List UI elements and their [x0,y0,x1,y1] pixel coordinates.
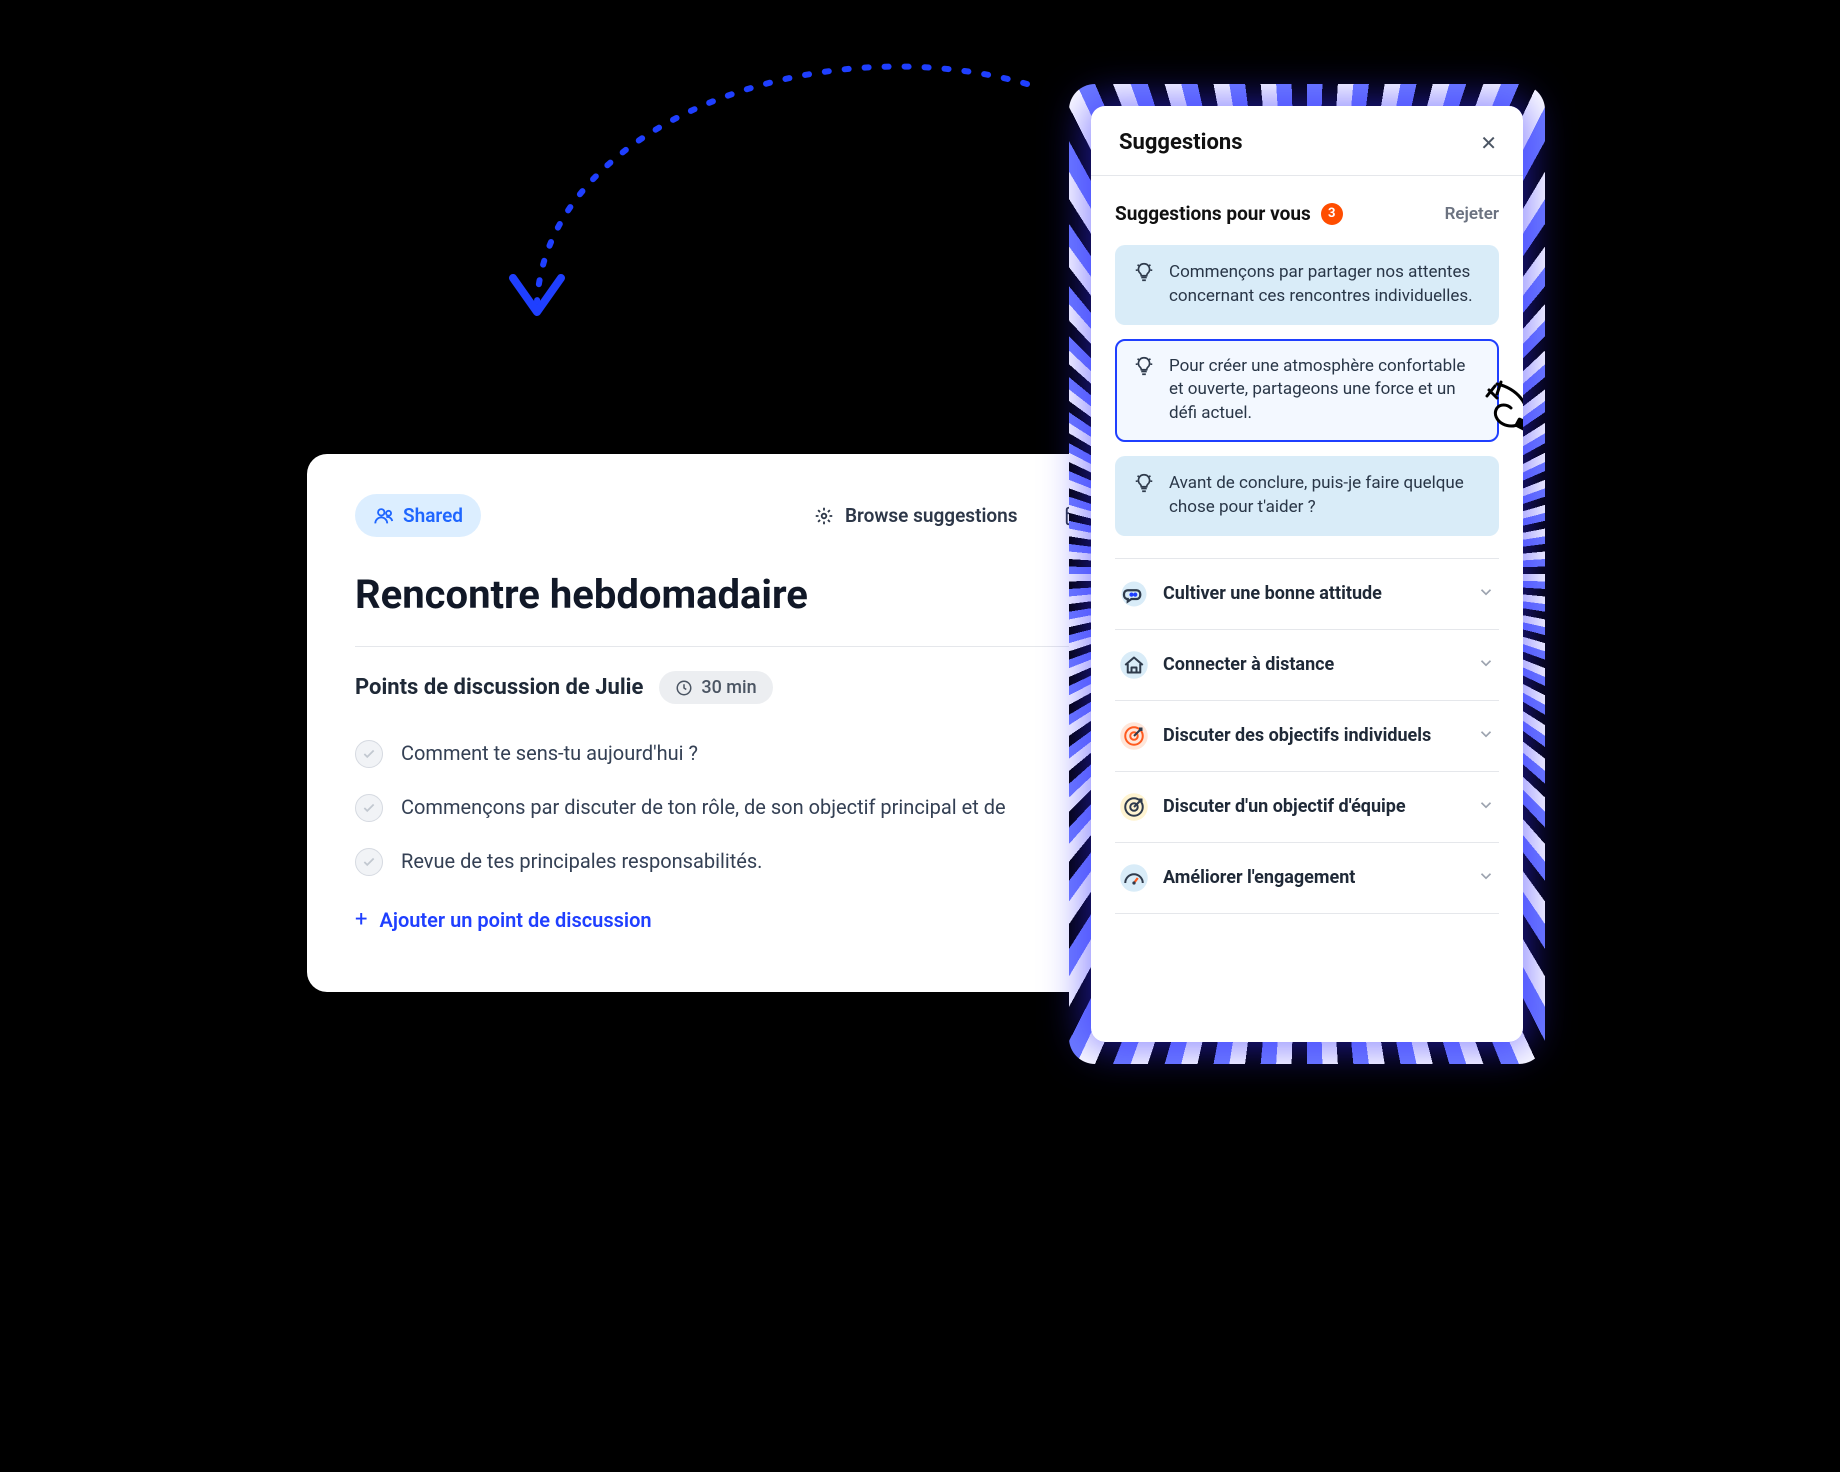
suggestion-card[interactable]: Commençons par partager nos attentes con… [1115,245,1499,325]
chat-icon [1119,579,1149,609]
check-icon[interactable] [355,848,383,876]
reject-button[interactable]: Rejeter [1445,204,1499,224]
chevron-down-icon [1477,867,1495,889]
category-label: Cultiver une bonne attitude [1163,583,1463,604]
section-title: Points de discussion de Julie [355,675,643,700]
browse-suggestions-link[interactable]: Browse suggestions [813,504,1018,527]
chevron-down-icon [1477,583,1495,605]
suggestion-text: Pour créer une atmosphère confortable et… [1169,355,1481,426]
chevron-down-icon [1477,725,1495,747]
suggestions-subtitle: Suggestions pour vous [1115,202,1311,225]
duration-pill[interactable]: 30 min [659,671,772,704]
talking-point-text: Commençons par discuter de ton rôle, de … [401,792,1006,822]
shared-pill[interactable]: Shared [355,494,481,537]
check-icon[interactable] [355,740,383,768]
check-icon[interactable] [355,794,383,822]
divider [355,646,1159,647]
talking-point[interactable]: Comment te sens-tu aujourd'hui ? [355,726,1159,780]
category-row-remote[interactable]: Connecter à distance [1115,630,1499,701]
close-button[interactable]: ✕ [1480,131,1497,155]
gauge-icon [1119,863,1149,893]
add-talking-point-button[interactable]: + Ajouter un point de discussion [355,908,652,932]
category-row-individual-goals[interactable]: Discuter des objectifs individuels [1115,701,1499,772]
suggestion-text: Commençons par partager nos attentes con… [1169,261,1481,309]
talking-point[interactable]: Commençons par discuter de ton rôle, de … [355,780,1159,834]
suggestions-count-badge: 3 [1321,203,1343,225]
lightbulb-icon [1133,355,1155,426]
category-list: Cultiver une bonne attitude Connecter à … [1115,558,1499,914]
talking-point-text: Revue de tes principales responsabilités… [401,846,762,876]
category-row-attitude[interactable]: Cultiver une bonne attitude [1115,559,1499,630]
category-row-engagement[interactable]: Améliorer l'engagement [1115,843,1499,914]
shared-label: Shared [403,504,463,527]
chevron-down-icon [1477,796,1495,818]
dashed-arrow [487,64,1047,364]
meeting-title: Rencontre hebdomadaire [355,571,1159,618]
add-talking-point-label: Ajouter un point de discussion [379,908,651,932]
talking-points-list: Comment te sens-tu aujourd'hui ? Commenç… [355,726,1159,888]
suggestion-card[interactable]: Pour créer une atmosphère confortable et… [1115,339,1499,442]
clock-icon [675,679,693,697]
category-row-team-goals[interactable]: Discuter d'un objectif d'équipe [1115,772,1499,843]
duration-label: 30 min [701,677,756,698]
suggestion-text: Avant de conclure, puis-je faire quelque… [1169,472,1481,520]
target-icon [1119,721,1149,751]
home-icon [1119,650,1149,680]
cursor-icon [1475,374,1523,448]
browse-suggestions-label: Browse suggestions [845,504,1018,527]
panel-title: Suggestions [1119,130,1243,155]
category-label: Discuter d'un objectif d'équipe [1163,796,1463,817]
suggestion-card[interactable]: Avant de conclure, puis-je faire quelque… [1115,456,1499,536]
people-icon [373,505,395,527]
target-icon [1119,792,1149,822]
lightbulb-icon [1133,261,1155,309]
suggestions-panel: Suggestions ✕ Suggestions pour vous 3 Re… [1091,106,1523,1042]
category-label: Améliorer l'engagement [1163,867,1463,888]
close-icon: ✕ [1480,131,1497,155]
chevron-down-icon [1477,654,1495,676]
lightbulb-icon [1133,472,1155,520]
category-label: Discuter des objectifs individuels [1163,725,1463,746]
category-label: Connecter à distance [1163,654,1463,675]
sparkles-icon [813,505,835,527]
plus-icon: + [355,909,367,931]
talking-point[interactable]: Revue de tes principales responsabilités… [355,834,1159,888]
talking-point-text: Comment te sens-tu aujourd'hui ? [401,738,698,768]
